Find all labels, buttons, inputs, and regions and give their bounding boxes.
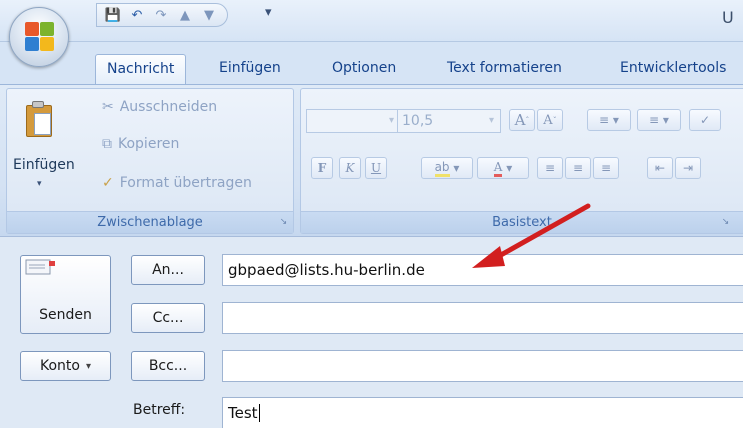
title-bar: 💾 ↶ ↷ ▲ ▼ ▾ U (0, 0, 743, 42)
tab-einfuegen[interactable]: Einfügen (208, 54, 292, 84)
clipboard-launcher-icon[interactable]: ↘ (278, 217, 289, 228)
ribbon: Einfügen ▾ ✂ Ausschneiden ⧉ Kopieren ✓ F… (0, 84, 743, 236)
align-center-icon[interactable]: ≡ (565, 157, 591, 179)
format-painter-button[interactable]: ✓ Format übertragen (102, 175, 252, 191)
basictext-group: ▾ 10,5 ▾ Aˆ Aˇ ≡ ▾ ≡ ▾ ✓ F K U ab ▾ A ▾ … (300, 88, 743, 234)
copy-label: Kopieren (118, 136, 180, 152)
office-button[interactable] (9, 7, 69, 67)
cc-button[interactable]: Cc... (131, 303, 205, 333)
shrink-font-icon[interactable]: Aˇ (537, 109, 563, 131)
account-dropdown-icon: ▾ (85, 360, 91, 372)
save-icon[interactable]: 💾 (105, 7, 121, 23)
font-name-combo[interactable] (306, 109, 398, 133)
account-label: Konto (39, 358, 80, 374)
basictext-group-label: Basistext (301, 211, 743, 233)
send-label: Senden (39, 307, 92, 323)
window-title: U (722, 8, 734, 27)
cut-label: Ausschneiden (119, 99, 218, 115)
paste-button[interactable]: Einfügen (13, 157, 75, 173)
ribbon-tabs: Nachricht Einfügen Optionen Text formati… (0, 42, 743, 84)
clipboard-group: Einfügen ▾ ✂ Ausschneiden ⧉ Kopieren ✓ F… (6, 88, 294, 234)
bcc-field[interactable] (222, 350, 743, 382)
bcc-button[interactable]: Bcc... (131, 351, 205, 381)
subject-value: Test (228, 404, 258, 422)
text-cursor (258, 404, 260, 422)
message-header: Senden Konto ▾ An... Cc... Bcc... Betref… (0, 236, 743, 428)
grow-font-icon[interactable]: Aˆ (509, 109, 535, 131)
account-button[interactable]: Konto ▾ (20, 351, 111, 381)
arrow-up-icon[interactable]: ▲ (177, 7, 193, 23)
cc-field[interactable] (222, 302, 743, 334)
increase-indent-icon[interactable]: ⇥ (675, 157, 701, 179)
tab-text-formatieren[interactable]: Text formatieren (436, 54, 573, 84)
copy-icon: ⧉ (102, 136, 112, 152)
bold-icon[interactable]: F (311, 157, 333, 179)
tab-entwicklertools[interactable]: Entwicklertools (609, 54, 737, 84)
office-logo-icon (25, 22, 55, 52)
font-size-value: 10,5 (402, 113, 434, 129)
subject-label: Betreff: (133, 402, 186, 418)
clipboard-paste-icon (23, 101, 53, 139)
tab-nachricht[interactable]: Nachricht (95, 54, 187, 84)
paste-dropdown-icon[interactable]: ▾ (37, 179, 42, 189)
align-right-icon[interactable]: ≡ (593, 157, 619, 179)
clear-format-icon[interactable]: ✓ (689, 109, 721, 131)
basictext-launcher-icon[interactable]: ↘ (720, 217, 731, 228)
decrease-indent-icon[interactable]: ⇤ (647, 157, 673, 179)
customize-qat-icon[interactable]: ▾ (265, 5, 272, 20)
subject-field[interactable]: Test (222, 397, 743, 428)
tab-optionen[interactable]: Optionen (321, 54, 407, 84)
arrow-down-icon[interactable]: ▼ (201, 7, 217, 23)
font-color-icon[interactable]: A ▾ (477, 157, 529, 179)
to-button[interactable]: An... (131, 255, 205, 285)
cut-button[interactable]: ✂ Ausschneiden (102, 99, 217, 115)
send-envelope-icon (25, 259, 55, 275)
align-left-icon[interactable]: ≡ (537, 157, 563, 179)
bullets-icon[interactable]: ≡ ▾ (587, 109, 631, 131)
italic-icon[interactable]: K (339, 157, 361, 179)
format-painter-label: Format übertragen (119, 175, 252, 191)
to-field[interactable]: gbpaed@lists.hu-berlin.de (222, 254, 743, 286)
scissors-icon: ✂ (102, 99, 114, 115)
clipboard-group-label: Zwischenablage (7, 211, 293, 233)
paintbrush-icon: ✓ (102, 175, 114, 191)
font-name-dropdown-icon[interactable]: ▾ (389, 110, 394, 132)
font-size-dropdown-icon[interactable]: ▾ (489, 110, 494, 132)
highlight-icon[interactable]: ab ▾ (421, 157, 473, 179)
redo-icon[interactable]: ↷ (153, 7, 169, 23)
undo-icon[interactable]: ↶ (129, 7, 145, 23)
underline-icon[interactable]: U (365, 157, 387, 179)
font-size-combo[interactable]: ▾ 10,5 ▾ (389, 109, 501, 133)
copy-button[interactable]: ⧉ Kopieren (102, 136, 179, 152)
numbering-icon[interactable]: ≡ ▾ (637, 109, 681, 131)
quick-access-toolbar: 💾 ↶ ↷ ▲ ▼ (96, 3, 228, 27)
